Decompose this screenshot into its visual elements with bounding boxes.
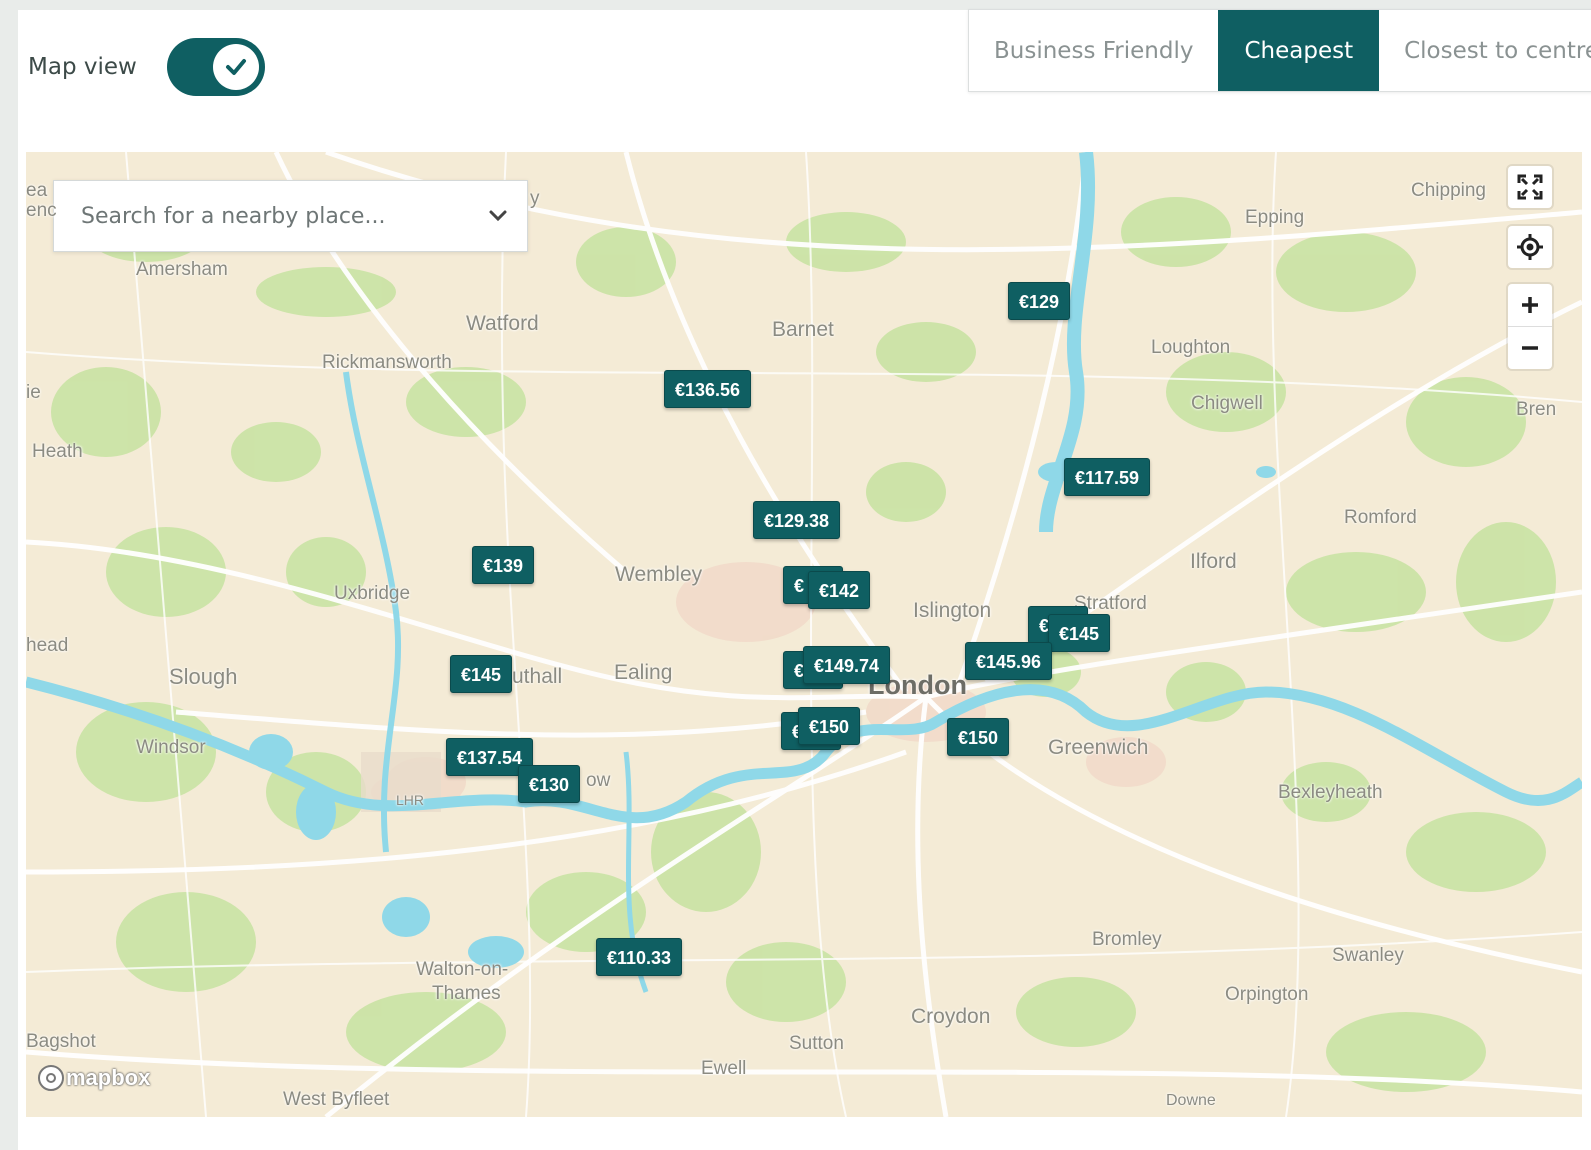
price-pin[interactable]: €142	[808, 571, 871, 609]
mapbox-logo-text: mapbox	[66, 1065, 151, 1090]
place-label: Islington	[913, 599, 992, 622]
price-pin[interactable]: €145	[450, 655, 513, 693]
place-label: Bexleyheath	[1278, 782, 1383, 803]
place-label: Bagshot	[26, 1031, 96, 1052]
results-panel: Map view Business Friendly Cheapest Clos…	[18, 9, 1591, 1150]
zoom-in-icon[interactable]	[1508, 284, 1552, 326]
place-label: Loughton	[1151, 337, 1231, 358]
place-label: Orpington	[1225, 984, 1309, 1005]
price-pin[interactable]: €129.38	[753, 501, 841, 539]
price-pin[interactable]: €150	[947, 718, 1010, 756]
place-label: Heath	[32, 441, 83, 462]
place-label: Thames	[432, 983, 501, 1004]
place-label: Croydon	[911, 1005, 991, 1028]
zoom-control	[1508, 284, 1552, 369]
place-label: Downe	[1166, 1092, 1216, 1109]
price-pin[interactable]: €136.56	[664, 370, 752, 408]
place-label: Bren	[1516, 399, 1557, 420]
map-view-label: Map view	[28, 54, 137, 80]
fullscreen-icon[interactable]	[1508, 166, 1552, 208]
fullscreen-control	[1508, 166, 1552, 208]
place-label: Chigwell	[1191, 393, 1263, 414]
geolocate-control	[1508, 226, 1552, 268]
place-label: Ilford	[1190, 550, 1237, 573]
place-label: LHR	[396, 792, 425, 808]
place-label: Wembley	[615, 563, 703, 586]
price-pin[interactable]: €139	[472, 546, 535, 584]
locate-icon[interactable]	[1508, 226, 1552, 268]
place-label: Barnet	[772, 318, 834, 341]
place-label: uthall	[512, 665, 563, 688]
price-pin[interactable]: €149.74	[803, 646, 891, 684]
price-pin[interactable]: €110.33	[596, 938, 683, 976]
toggle-knob	[212, 44, 259, 90]
place-label: Walton-on-	[416, 959, 509, 980]
price-pin[interactable]: €145.96	[965, 642, 1053, 680]
place-label: West Byfleet	[283, 1089, 390, 1110]
place-label: Chipping	[1411, 180, 1486, 201]
tab-closest-to-centre[interactable]: Closest to centre	[1379, 10, 1591, 91]
check-icon	[225, 59, 246, 75]
nearby-place-search[interactable]: Search for a nearby place...	[53, 180, 528, 252]
place-label: head	[26, 635, 69, 656]
place-label: ow	[586, 770, 611, 791]
chevron-down-icon[interactable]	[483, 209, 513, 223]
place-label: Windsor	[136, 737, 206, 758]
place-label: Rickmansworth	[322, 352, 452, 373]
place-label: Uxbridge	[334, 583, 411, 604]
place-label: enc	[26, 200, 57, 221]
price-pin[interactable]: €145	[1048, 614, 1111, 652]
place-label: Amersham	[136, 259, 228, 280]
place-label: Bromley	[1092, 929, 1162, 950]
place-label: Sutton	[789, 1033, 844, 1054]
price-pin[interactable]: €150	[798, 707, 861, 745]
price-pin[interactable]: €117.59	[1064, 458, 1151, 496]
mapbox-attribution[interactable]: mapbox	[38, 1065, 150, 1091]
place-label: ea	[26, 180, 48, 201]
zoom-out-icon[interactable]	[1508, 327, 1552, 369]
place-label: Watford	[466, 312, 539, 335]
search-input[interactable]: Search for a nearby place...	[81, 204, 483, 229]
place-label: y	[530, 188, 540, 209]
map-base-layer	[26, 152, 1582, 1117]
place-label: Ealing	[614, 661, 673, 684]
price-pin[interactable]: €130	[518, 765, 581, 803]
map-view-toggle-row: Map view	[28, 38, 265, 96]
mapbox-logo-icon	[38, 1065, 64, 1091]
tab-cheapest[interactable]: Cheapest	[1218, 10, 1380, 91]
place-label: Ewell	[701, 1058, 747, 1079]
place-label: Slough	[169, 664, 238, 689]
map-view-toggle[interactable]	[166, 38, 265, 96]
price-pin[interactable]: €129	[1008, 282, 1071, 320]
place-label: Greenwich	[1048, 736, 1149, 759]
place-label: ie	[26, 382, 41, 403]
sort-tabs: Business Friendly Cheapest Closest to ce…	[968, 9, 1591, 92]
place-label: Epping	[1245, 207, 1305, 228]
place-label: Swanley	[1332, 945, 1404, 966]
tab-business-friendly[interactable]: Business Friendly	[969, 10, 1218, 91]
map-canvas[interactable]: Search for a nearby place... Amersham Wa…	[26, 152, 1582, 1117]
place-label: Romford	[1344, 507, 1417, 528]
